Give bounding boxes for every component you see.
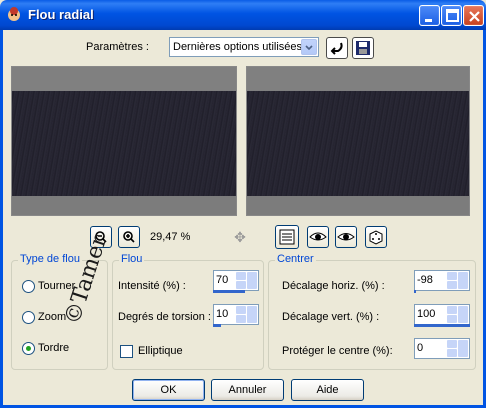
v-offset-field[interactable]: 100 — [414, 304, 470, 327]
title-bar: Flou radial — [0, 0, 486, 30]
protect-centre-value: 0 — [417, 342, 424, 354]
intensity-value: 70 — [216, 274, 229, 286]
window-title: Flou radial — [28, 7, 94, 22]
maximize-icon — [446, 9, 459, 22]
intensity-field[interactable]: 70 — [213, 270, 259, 293]
reset-button[interactable] — [326, 37, 348, 59]
params-label: Paramètres : — [86, 41, 149, 53]
h-offset-field[interactable]: -98 — [414, 270, 470, 293]
close-icon — [469, 11, 480, 22]
spin-arrows-icon[interactable] — [236, 306, 246, 323]
undo-arrow-icon — [330, 42, 343, 55]
move-icon[interactable]: ✥ — [231, 228, 249, 246]
elliptic-label: Elliptique — [138, 345, 183, 357]
list-icon — [279, 229, 295, 245]
zoom-level: 29,47 % — [150, 231, 191, 243]
elliptic-checkbox[interactable] — [120, 345, 133, 358]
result-preview — [246, 66, 470, 216]
centre-title: Centrer — [275, 253, 316, 265]
chevron-down-icon[interactable] — [247, 306, 257, 323]
protect-centre-field[interactable]: 0 — [414, 338, 470, 359]
help-button[interactable]: Aide — [291, 379, 364, 401]
chevron-down-icon[interactable] — [301, 39, 317, 55]
intensity-slider[interactable] — [213, 290, 245, 293]
auto-proof-button[interactable] — [335, 226, 357, 248]
window-border-left — [0, 30, 3, 408]
spin-arrows-icon[interactable] — [447, 340, 457, 357]
torsion-value: 10 — [216, 308, 229, 320]
zoom-in-icon — [123, 231, 135, 243]
spin-arrows-icon[interactable] — [447, 272, 457, 289]
save-preset-button[interactable] — [352, 37, 374, 59]
torsion-label: Degrés de torsion : — [118, 311, 211, 323]
torsion-slider[interactable] — [213, 324, 221, 327]
minimize-button[interactable] — [419, 5, 440, 26]
radio-tordre-label: Tordre — [38, 342, 70, 354]
spin-arrows-icon[interactable] — [447, 306, 457, 323]
app-icon — [8, 7, 20, 21]
params-selected-value: Dernières options utilisées — [173, 41, 303, 53]
h-offset-value: -98 — [417, 274, 433, 286]
eye-lock-icon — [309, 232, 327, 241]
eye-icon — [337, 233, 355, 241]
close-button[interactable] — [463, 5, 484, 26]
cancel-button[interactable]: Annuler — [211, 379, 284, 401]
v-offset-slider[interactable] — [414, 324, 470, 327]
radio-tordre[interactable] — [22, 342, 35, 355]
flou-title: Flou — [119, 253, 145, 265]
chevron-down-icon[interactable] — [458, 306, 468, 323]
dice-icon — [369, 230, 383, 245]
chevron-down-icon[interactable] — [458, 340, 468, 357]
spin-arrows-icon[interactable] — [236, 272, 246, 289]
preview-on-image-button[interactable] — [307, 226, 329, 248]
minimize-icon — [425, 19, 432, 22]
h-offset-label: Décalage horiz. (%) : — [282, 280, 385, 292]
save-disk-icon — [356, 41, 370, 55]
v-offset-value: 100 — [417, 308, 436, 320]
radio-tourner[interactable] — [22, 280, 35, 293]
maximize-button[interactable] — [441, 5, 462, 26]
proof-toggle-button[interactable] — [275, 225, 299, 249]
chevron-down-icon[interactable] — [247, 272, 257, 289]
randomize-button[interactable] — [365, 226, 387, 248]
h-offset-slider[interactable] — [414, 290, 416, 293]
v-offset-label: Décalage vert. (%) : — [282, 311, 380, 323]
chevron-down-icon[interactable] — [458, 272, 468, 289]
zoom-in-button[interactable] — [118, 226, 140, 248]
radio-zoom[interactable] — [22, 311, 35, 324]
original-preview[interactable] — [11, 66, 237, 216]
protect-centre-label: Protéger le centre (%): — [282, 345, 393, 357]
intensity-label: Intensité (%) : — [118, 280, 186, 292]
torsion-field[interactable]: 10 — [213, 304, 259, 327]
blur-type-title: Type de flou — [18, 253, 82, 265]
params-select[interactable]: Dernières options utilisées — [169, 37, 319, 57]
ok-button[interactable]: OK — [132, 379, 205, 401]
